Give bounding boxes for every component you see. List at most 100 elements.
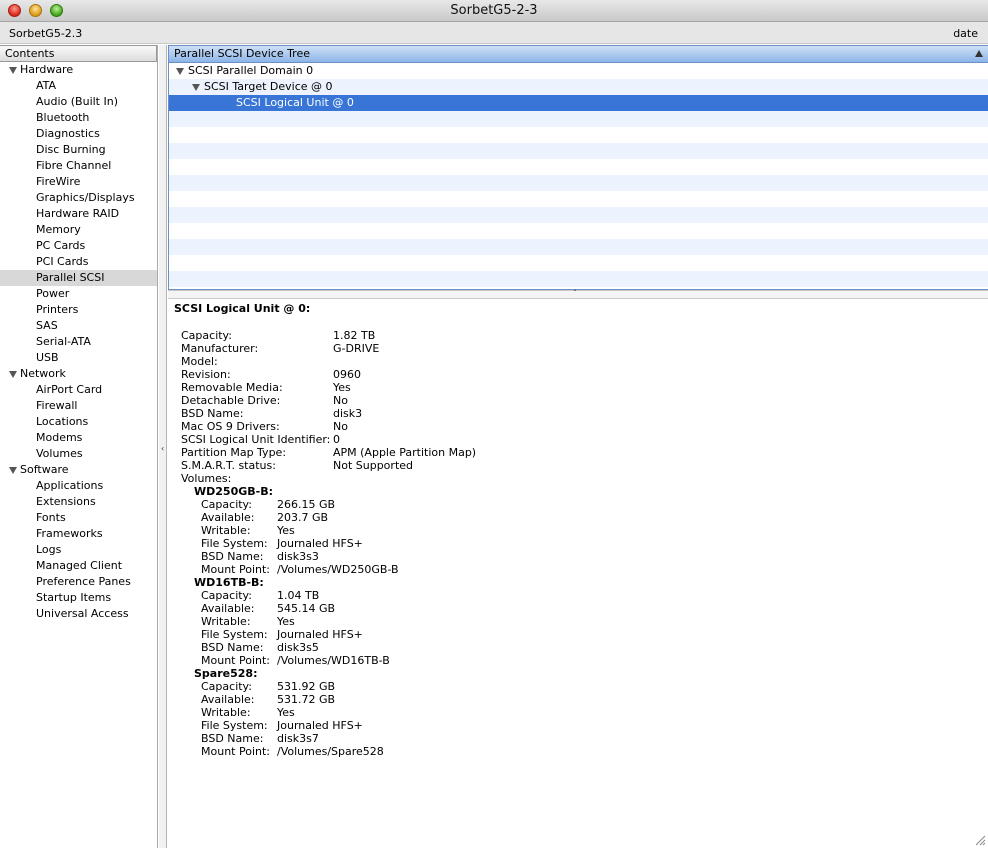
device-tree-empty-row bbox=[169, 239, 988, 255]
sidebar-item-audio-built-in[interactable]: Audio (Built In) bbox=[0, 94, 157, 110]
disclosure-triangle-icon[interactable] bbox=[192, 84, 200, 91]
disclosure-triangle-icon[interactable] bbox=[9, 371, 17, 378]
sidebar-item-fonts[interactable]: Fonts bbox=[0, 510, 157, 526]
sidebar-item-serial-ata[interactable]: Serial-ATA bbox=[0, 334, 157, 350]
device-tree-empty-row bbox=[169, 111, 988, 127]
property-key: Capacity: bbox=[201, 498, 252, 511]
property-value: Not Supported bbox=[333, 459, 414, 472]
sidebar-item-logs[interactable]: Logs bbox=[0, 542, 157, 558]
disclosure-triangle-icon[interactable] bbox=[176, 68, 184, 75]
property-value: Journaled HFS+ bbox=[277, 537, 363, 550]
sidebar-item-label: Locations bbox=[36, 415, 89, 428]
splitter-grip-icon[interactable]: ‹ bbox=[161, 444, 164, 453]
sidebar-item-modems[interactable]: Modems bbox=[0, 430, 157, 446]
property-key: Capacity: bbox=[201, 680, 252, 693]
sidebar-item-locations[interactable]: Locations bbox=[0, 414, 157, 430]
sidebar-item-startup-items[interactable]: Startup Items bbox=[0, 590, 157, 606]
sidebar-item-frameworks[interactable]: Frameworks bbox=[0, 526, 157, 542]
property-value: 545.14 GB bbox=[277, 602, 336, 615]
property-value: Yes bbox=[277, 615, 295, 628]
sidebar-item-power[interactable]: Power bbox=[0, 286, 157, 302]
sidebar-item-disc-burning[interactable]: Disc Burning bbox=[0, 142, 157, 158]
contents-sidebar: Contents Hardware ATA Audio (Built In) Blue… bbox=[0, 45, 158, 848]
property-key: Manufacturer: bbox=[181, 342, 259, 355]
property-key: Mount Point: bbox=[201, 563, 270, 576]
sidebar-item-bluetooth[interactable]: Bluetooth bbox=[0, 110, 157, 126]
sidebar-item-fibre-channel[interactable]: Fibre Channel bbox=[0, 158, 157, 174]
property-value: G-DRIVE bbox=[333, 342, 380, 355]
property-key: Model: bbox=[181, 355, 218, 368]
sidebar-item-label: Managed Client bbox=[36, 559, 123, 572]
sidebar-item-airport-card[interactable]: AirPort Card bbox=[0, 382, 157, 398]
property-value: Yes bbox=[277, 524, 295, 537]
device-tree-row[interactable]: SCSI Parallel Domain 0 bbox=[169, 63, 988, 79]
sidebar-item-pci-cards[interactable]: PCI Cards bbox=[0, 254, 157, 270]
sidebar-category-label: Software bbox=[20, 463, 69, 476]
sidebar-item-label: Power bbox=[36, 287, 70, 300]
sidebar-item-hardware-raid[interactable]: Hardware RAID bbox=[0, 206, 157, 222]
sidebar-item-extensions[interactable]: Extensions bbox=[0, 494, 157, 510]
resize-grip-icon[interactable] bbox=[975, 835, 986, 846]
property-value: 531.92 GB bbox=[277, 680, 336, 693]
sidebar-item-firewire[interactable]: FireWire bbox=[0, 174, 157, 190]
device-tree-row-label: SCSI Parallel Domain 0 bbox=[188, 64, 314, 77]
sidebar-item-parallel-scsi[interactable]: Parallel SCSI bbox=[0, 270, 157, 286]
device-tree-header-label: Parallel SCSI Device Tree bbox=[174, 47, 310, 60]
property-value: /Volumes/Spare528 bbox=[277, 745, 384, 758]
sidebar-item-label: Extensions bbox=[36, 495, 96, 508]
device-tree-empty-row bbox=[169, 159, 988, 175]
vertical-splitter[interactable]: ‹ bbox=[159, 45, 167, 848]
sidebar-item-printers[interactable]: Printers bbox=[0, 302, 157, 318]
sidebar-item-preference-panes[interactable]: Preference Panes bbox=[0, 574, 157, 590]
property-key: Removable Media: bbox=[181, 381, 283, 394]
property-key: BSD Name: bbox=[201, 732, 264, 745]
property-value: APM (Apple Partition Map) bbox=[333, 446, 477, 459]
device-tree-row[interactable]: SCSI Target Device @ 0 bbox=[169, 79, 988, 95]
property-key: Revision: bbox=[181, 368, 231, 381]
sidebar-item-firewall[interactable]: Firewall bbox=[0, 398, 157, 414]
property-value: Yes bbox=[333, 381, 351, 394]
property-value: disk3 bbox=[333, 407, 363, 420]
sidebar-item-pc-cards[interactable]: PC Cards bbox=[0, 238, 157, 254]
sort-ascending-icon[interactable] bbox=[975, 50, 983, 57]
device-tree-header[interactable]: Parallel SCSI Device Tree bbox=[169, 46, 988, 63]
date-label: date bbox=[953, 27, 978, 40]
sidebar-item-volumes[interactable]: Volumes bbox=[0, 446, 157, 462]
disclosure-triangle-icon[interactable] bbox=[9, 467, 17, 474]
property-key: Writable: bbox=[201, 706, 251, 719]
sidebar-item-sas[interactable]: SAS bbox=[0, 318, 157, 334]
device-tree-empty-row bbox=[169, 175, 988, 191]
property-value: Journaled HFS+ bbox=[277, 628, 363, 641]
disclosure-triangle-icon[interactable] bbox=[9, 67, 17, 74]
sidebar-category-software[interactable]: Software bbox=[0, 462, 157, 478]
device-tree-empty-row bbox=[169, 207, 988, 223]
sidebar-item-managed-client[interactable]: Managed Client bbox=[0, 558, 157, 574]
sidebar-item-usb[interactable]: USB bbox=[0, 350, 157, 366]
property-key: File System: bbox=[201, 628, 268, 641]
contents-header[interactable]: Contents bbox=[0, 45, 157, 62]
property-key: File System: bbox=[201, 719, 268, 732]
sidebar-category-label: Hardware bbox=[20, 63, 74, 76]
sidebar-item-graphics-displays[interactable]: Graphics/Displays bbox=[0, 190, 157, 206]
sidebar-item-label: SAS bbox=[36, 319, 58, 332]
sidebar-item-label: Disc Burning bbox=[36, 143, 106, 156]
sidebar-item-label: Diagnostics bbox=[36, 127, 100, 140]
property-value: 0 bbox=[333, 433, 340, 446]
device-tree-empty-row bbox=[169, 143, 988, 159]
property-value: 1.04 TB bbox=[277, 589, 320, 602]
sidebar-item-label: Volumes bbox=[36, 447, 83, 460]
sidebar-category-hardware[interactable]: Hardware bbox=[0, 62, 157, 78]
sidebar-item-diagnostics[interactable]: Diagnostics bbox=[0, 126, 157, 142]
volume-name: WD250GB-B: bbox=[194, 485, 273, 498]
device-tree-row[interactable]: SCSI Logical Unit @ 0 bbox=[169, 95, 988, 111]
horizontal-splitter[interactable]: ˆ bbox=[168, 289, 988, 299]
sidebar-item-label: PC Cards bbox=[36, 239, 86, 252]
sidebar-item-memory[interactable]: Memory bbox=[0, 222, 157, 238]
sidebar-item-ata[interactable]: ATA bbox=[0, 78, 157, 94]
sidebar-category-network[interactable]: Network bbox=[0, 366, 157, 382]
sidebar-item-applications[interactable]: Applications bbox=[0, 478, 157, 494]
property-key: Volumes: bbox=[181, 472, 232, 485]
sidebar-item-universal-access[interactable]: Universal Access bbox=[0, 606, 157, 622]
sidebar-item-label: FireWire bbox=[36, 175, 81, 188]
splitter-grip-icon[interactable]: ˆ bbox=[573, 289, 577, 298]
